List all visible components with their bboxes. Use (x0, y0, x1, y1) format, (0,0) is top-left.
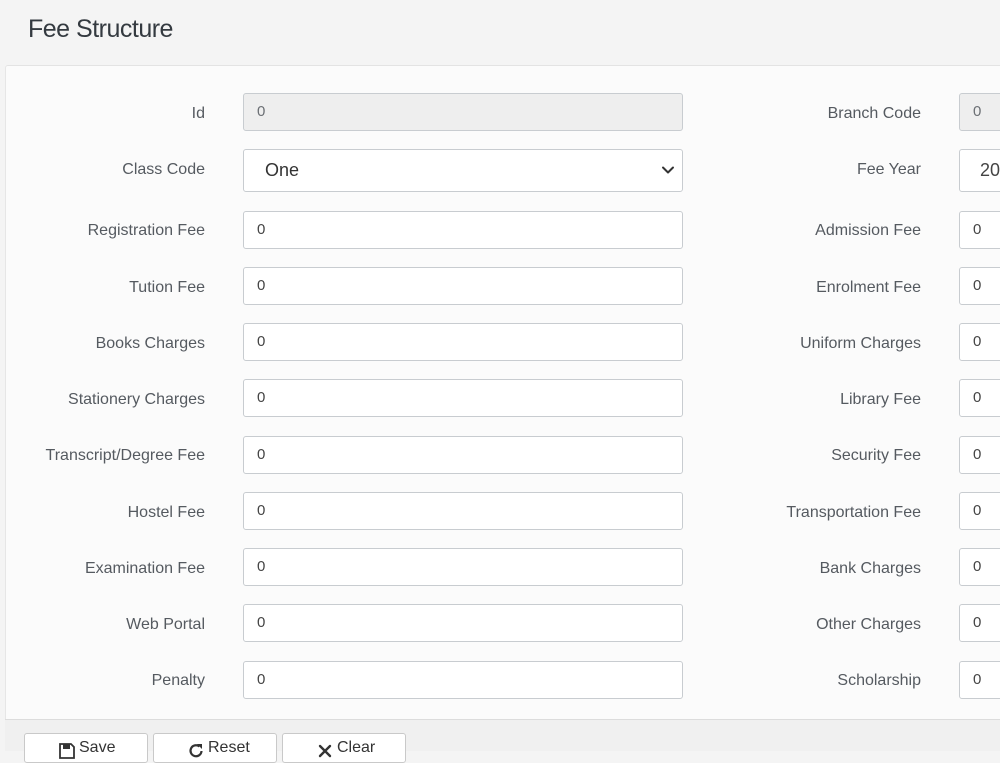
bank-charges-field[interactable]: 0 (959, 548, 1000, 586)
registration-fee-field[interactable]: 0 (243, 211, 683, 249)
scholarship-field[interactable]: 0 (959, 661, 1000, 699)
chevron-down-icon (662, 166, 674, 174)
class-code-selected-value: One (265, 160, 300, 180)
class-code-label: Class Code (122, 161, 205, 178)
clear-button-label: Clear (337, 739, 376, 756)
transcript-degree-fee-label: Transcript/Degree Fee (45, 447, 205, 464)
tution-fee-field[interactable]: 0 (243, 267, 683, 305)
transportation-fee-field[interactable]: 0 (959, 492, 1000, 530)
examination-fee-label: Examination Fee (84, 560, 205, 577)
save-button-label: Save (79, 739, 116, 756)
scholarship-label: Scholarship (837, 672, 921, 689)
admission-fee-field[interactable]: 0 (959, 211, 1000, 249)
bank-charges-label: Bank Charges (819, 560, 921, 577)
other-charges-label: Other Charges (816, 616, 921, 633)
enrolment-fee-label: Enrolment Fee (816, 279, 921, 296)
hostel-fee-field[interactable]: 0 (243, 492, 683, 530)
branch-code-label: Branch Code (827, 105, 921, 122)
web-portal-label: Web Portal (126, 616, 205, 633)
library-fee-field[interactable]: 0 (959, 379, 1000, 417)
admission-fee-label: Admission Fee (815, 222, 921, 239)
books-charges-field[interactable]: 0 (243, 323, 683, 361)
class-code-select[interactable]: One (243, 149, 683, 192)
transcript-degree-fee-field[interactable]: 0 (243, 436, 683, 474)
other-charges-field[interactable]: 0 (959, 604, 1000, 642)
registration-fee-label: Registration Fee (87, 222, 205, 239)
fee-year-select[interactable]: 20 (959, 149, 1000, 192)
page-title: Fee Structure (28, 15, 173, 43)
reset-button-label: Reset (208, 739, 250, 756)
web-portal-field[interactable]: 0 (243, 604, 683, 642)
penalty-field[interactable]: 0 (243, 661, 683, 699)
branch-code-field[interactable]: 0 (959, 93, 1000, 131)
save-button[interactable]: Save (24, 733, 148, 763)
page-header: Fee Structure (0, 0, 1000, 64)
security-fee-label: Security Fee (831, 447, 921, 464)
uniform-charges-label: Uniform Charges (800, 335, 921, 352)
close-icon (318, 744, 332, 758)
refresh-icon (189, 744, 203, 758)
id-field[interactable]: 0 (243, 93, 683, 131)
floppy-disk-icon (59, 743, 75, 759)
id-label: Id (191, 105, 205, 122)
penalty-label: Penalty (151, 672, 205, 689)
stationery-charges-field[interactable]: 0 (243, 379, 683, 417)
tution-fee-label: Tution Fee (129, 279, 205, 296)
security-fee-field[interactable]: 0 (959, 436, 1000, 474)
enrolment-fee-field[interactable]: 0 (959, 267, 1000, 305)
clear-button[interactable]: Clear (282, 733, 406, 763)
books-charges-label: Books Charges (95, 335, 205, 352)
hostel-fee-label: Hostel Fee (127, 504, 205, 521)
stationery-charges-label: Stationery Charges (68, 391, 205, 408)
library-fee-label: Library Fee (840, 391, 921, 408)
examination-fee-field[interactable]: 0 (243, 548, 683, 586)
reset-button[interactable]: Reset (153, 733, 277, 763)
fee-year-label: Fee Year (856, 161, 921, 178)
uniform-charges-field[interactable]: 0 (959, 323, 1000, 361)
transportation-fee-label: Transportation Fee (786, 504, 921, 521)
